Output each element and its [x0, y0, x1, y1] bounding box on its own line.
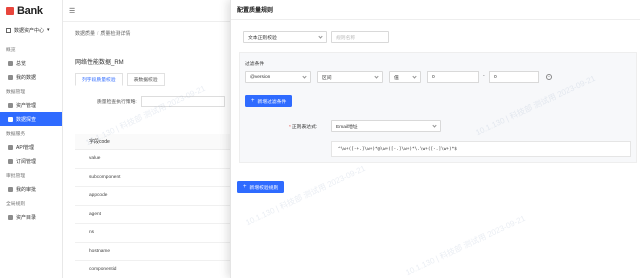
filter-value-type-select[interactable]: 值: [389, 71, 421, 83]
regex-type-value: Email地址: [336, 124, 358, 130]
filter-min-value: 0: [432, 74, 435, 80]
filter-max-input[interactable]: 0: [489, 71, 539, 83]
rule-config-drawer: 配置质量规则 文本正则校验 规则名称 过滤条件 @version 区间 值 0 …: [230, 0, 640, 278]
sidebar-item-subscription[interactable]: 订阅管理: [0, 154, 62, 168]
sidebar-item-my-data[interactable]: 我的数据: [0, 70, 62, 84]
filter-value-type-value: 值: [394, 75, 399, 81]
sidebar-item-asset-management[interactable]: 资产管理: [0, 98, 62, 112]
tab-table-check[interactable]: 表数据校验: [126, 73, 165, 86]
required-marker: *: [289, 125, 291, 130]
filter-field-select[interactable]: @version: [245, 71, 311, 83]
logo-text: Bank: [17, 5, 43, 17]
drawer-title: 配置质量规则: [237, 8, 274, 14]
subscription-icon: [8, 158, 13, 164]
rule-type-value: 文本正则校验: [248, 35, 277, 41]
add-filter-label: 新增过滤条件: [257, 99, 287, 105]
page-title: 网络性能数据_RM: [75, 60, 124, 66]
breadcrumb-item: 质量检测详情: [100, 31, 131, 37]
chevron-down-icon: ▾: [47, 27, 50, 33]
sidebar-item-asset-catalog[interactable]: 资产目录: [0, 210, 62, 224]
rule-name-input[interactable]: 规则名称: [331, 31, 389, 43]
sidebar-menu: 概览 总览 我的数据 数据管理 资产管理 数据探查 数据服务 API管理 订阅管…: [0, 42, 62, 224]
chevron-down-icon: [302, 74, 307, 79]
remove-filter-icon[interactable]: −: [546, 74, 552, 80]
regex-expression-field[interactable]: ^\w+([-+.]\w+)*@\w+([-.]\w+)*\.\w+([-.]\…: [331, 141, 631, 157]
tenant-icon: [6, 27, 11, 33]
field-table: 字段code value subcomponent appcode agent …: [75, 134, 230, 278]
sidebar-item-label: 数据探查: [16, 116, 37, 123]
sidebar-group-data-service: 数据服务: [6, 132, 26, 137]
add-rule-label: 新增校验规则: [249, 185, 279, 191]
table-row: hostname: [75, 243, 230, 261]
page-tabs: 列字段质量校验 表数据校验: [75, 73, 165, 86]
chevron-down-icon: [374, 74, 379, 79]
sidebar-item-my-approval[interactable]: 我的审批: [0, 182, 62, 196]
home-icon: [8, 60, 13, 66]
sidebar-item-label: API管理: [16, 144, 35, 151]
plus-icon: +: [243, 184, 247, 190]
drawer-divider: [231, 19, 640, 20]
strategy-label: 质量检查执行策略:: [97, 100, 137, 105]
table-row: agent: [75, 206, 230, 224]
sidebar-item-label: 资产管理: [16, 102, 37, 109]
sidebar: Bank 数据资产中心 ▾ 概览 总览 我的数据 数据管理 资产管理 数据探查 …: [0, 0, 63, 278]
table-row: componentid: [75, 261, 230, 278]
table-header: 字段code: [75, 134, 230, 150]
regex-label-text: 正则表达式:: [291, 125, 318, 130]
chevron-down-icon: [432, 123, 437, 128]
add-filter-button[interactable]: + 新增过滤条件: [245, 95, 293, 107]
chevron-down-icon: [412, 74, 417, 79]
menu-fold-icon[interactable]: ☰: [69, 7, 75, 15]
plus-icon: +: [251, 98, 255, 104]
tenant-switcher[interactable]: 数据资产中心 ▾: [0, 22, 62, 38]
sidebar-item-home[interactable]: 总览: [0, 56, 62, 70]
explore-icon: [8, 116, 13, 122]
catalog-icon: [8, 214, 13, 220]
chevron-down-icon: [318, 34, 323, 39]
rule-type-select[interactable]: 文本正则校验: [243, 31, 327, 43]
asset-icon: [8, 102, 13, 108]
filter-max-value: 0: [494, 74, 497, 80]
sidebar-item-label: 订阅管理: [16, 158, 37, 165]
breadcrumb-separator: /: [97, 31, 99, 37]
range-separator: -: [483, 73, 485, 79]
sidebar-item-label: 我的数据: [16, 74, 37, 81]
sidebar-group-approval: 审批管理: [6, 174, 26, 179]
logo: Bank: [0, 0, 62, 22]
api-icon: [8, 144, 13, 150]
table-row: ns: [75, 224, 230, 243]
approval-icon: [8, 186, 13, 192]
sidebar-item-data-exploration[interactable]: 数据探查: [0, 112, 62, 126]
regex-label: *正则表达式:: [289, 123, 317, 130]
rule-name-placeholder: 规则名称: [336, 35, 356, 41]
sidebar-item-label: 总览: [16, 60, 27, 67]
tab-column-quality[interactable]: 列字段质量校验: [75, 73, 123, 86]
table-row: value: [75, 150, 230, 169]
filter-operator-value: 区间: [322, 75, 332, 81]
filter-field-value: @version: [250, 74, 271, 80]
sidebar-group-global-rules: 全局规则: [6, 202, 26, 207]
sidebar-item-api[interactable]: API管理: [0, 140, 62, 154]
tenant-label: 数据资产中心: [14, 27, 45, 34]
filter-operator-select[interactable]: 区间: [317, 71, 383, 83]
filter-min-input[interactable]: 0: [427, 71, 479, 83]
breadcrumb-item[interactable]: 数据质量: [75, 31, 95, 37]
data-icon: [8, 74, 13, 80]
quality-detail-page: 数据质量 / 质量检测详情 网络性能数据_RM 列字段质量校验 表数据校验 质量检查…: [63, 22, 230, 278]
add-rule-button[interactable]: + 新增校验规则: [237, 181, 285, 193]
table-row: appcode: [75, 187, 230, 206]
logo-mark-icon: [6, 7, 14, 15]
sidebar-group-overview: 概览: [6, 48, 16, 53]
breadcrumb: 数据质量 / 质量检测详情: [75, 30, 130, 37]
strategy-input[interactable]: [140, 96, 225, 107]
table-row: subcomponent: [75, 169, 230, 187]
sidebar-item-label: 我的审批: [16, 186, 37, 193]
regex-type-select[interactable]: Email地址: [331, 120, 441, 132]
strategy-field: 质量检查执行策略:: [97, 96, 225, 107]
regex-expression-value: ^\w+([-+.]\w+)*@\w+([-.]\w+)*\.\w+([-.]\…: [338, 146, 457, 152]
sidebar-group-data-management: 数据管理: [6, 90, 26, 95]
sidebar-item-label: 资产目录: [16, 214, 37, 221]
filter-label: 过滤条件: [245, 62, 265, 67]
